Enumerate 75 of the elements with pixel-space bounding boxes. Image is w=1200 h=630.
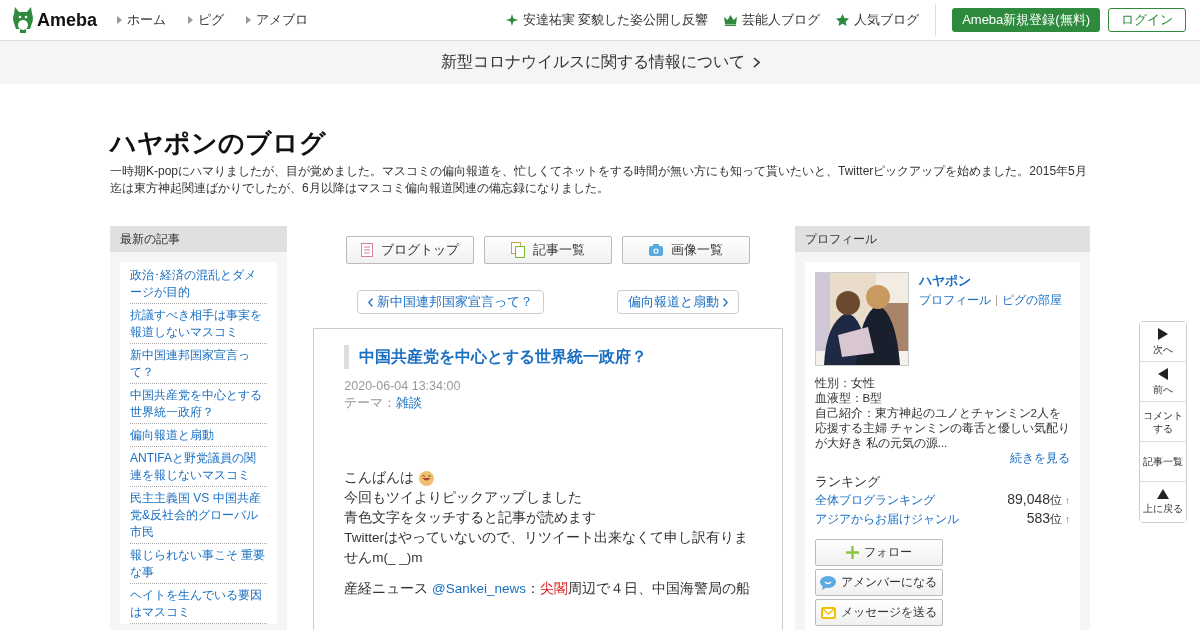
inline-link[interactable]: @Sankei_news <box>432 581 527 596</box>
greeting-text: こんばんは <box>344 469 415 487</box>
profile-link[interactable]: ピグの部屋 <box>1001 293 1062 308</box>
article-title[interactable]: 中国共産党を中心とする世界統一政府？ <box>344 345 761 369</box>
blog-title[interactable]: ハヤポンのブログ <box>110 128 1090 158</box>
caret-icon <box>188 16 194 24</box>
chevron-right-icon <box>723 297 729 307</box>
article-text: 青色文字をタッチすると記事が読めます <box>344 509 598 527</box>
nav-link[interactable]: アメブロ <box>246 11 309 29</box>
logo[interactable]: Ameba <box>12 7 98 33</box>
nav-link[interactable]: ホーム <box>117 11 167 29</box>
header-link[interactable]: 人気ブログ <box>836 11 920 29</box>
next-button[interactable]: 偏向報道と扇動 <box>617 290 740 314</box>
up-triangle-icon <box>1157 489 1169 499</box>
chevron-right-icon <box>752 57 760 68</box>
article-link[interactable]: ANTIFAと野党議員の関連を報じないマスコミ <box>130 447 268 487</box>
article-date: 2020-06-04 13:34:00 <box>344 378 462 395</box>
theme-label: テーマ： <box>344 395 397 412</box>
caret-icon <box>117 16 123 24</box>
smiley-icon <box>419 470 435 486</box>
inline-link[interactable]: 尖閣 <box>540 581 569 596</box>
section-heading: 最新の記事 <box>110 226 288 252</box>
article-link[interactable]: 民主主義国 VS 中国共産党&反社会的グローバル市民 <box>130 487 268 544</box>
camera-icon <box>649 244 664 256</box>
article-link[interactable]: ヘイトを生んでいる要因はマスコミ <box>130 584 268 624</box>
document-icon <box>361 243 374 257</box>
section-heading: プロフィール <box>794 226 1090 252</box>
ranking-heading: ランキング <box>814 474 881 489</box>
profile-name[interactable]: ハヤポン <box>918 273 1062 288</box>
article-link[interactable]: 偏向報道と扇動 <box>130 424 268 447</box>
register-button[interactable]: Ameba新規登録(無料) <box>952 8 1100 32</box>
star-icon <box>836 14 850 26</box>
menu-button[interactable]: 記事一覧 <box>484 236 613 264</box>
article-text: Twitterはやっていないので、リツイート出来なくて申し訳有りませんm(_ _)m <box>344 529 750 567</box>
mascot-icon <box>12 7 34 33</box>
article-link[interactable]: 報じられない事こそ 重要な事 <box>130 544 268 584</box>
rank-value: 89,048位 ↑ <box>1007 492 1070 508</box>
profile-link[interactable]: プロフィール <box>918 293 991 308</box>
nav-link[interactable]: ピグ <box>188 11 225 29</box>
profile-detail: 性別：女性 <box>814 376 876 391</box>
profile-button[interactable]: フォロー <box>814 539 943 566</box>
header-link[interactable]: 芸能人ブログ <box>724 11 821 29</box>
article-link[interactable]: 抗議すべき相手は事実を報道しないマスコミ <box>130 304 268 344</box>
pages-icon <box>511 242 526 258</box>
article-text: 産経ニュース @Sankei_news：尖閣周辺で４日、中国海警局の船 <box>344 580 752 598</box>
menu-button[interactable]: ブログトップ <box>346 236 475 264</box>
profile-detail: 血液型：B型 <box>814 391 884 406</box>
blog-description: 一時期K-popにハマりましたが、目が覚めました。マスコミの偏向報道を、忙しくてネットをする時間が無い方にも知って貰いたいと、Twitterピックアップを始めました。2015年5月迄は東方神起関連ばかりでしたが、6月以降はマスコミ偏向報道関連の備忘録になりました。 <box>110 163 1088 197</box>
side-nav-button[interactable]: 次へ <box>1140 322 1186 362</box>
login-button[interactable]: ログイン <box>1108 8 1186 32</box>
ranking-link[interactable]: 全体ブログランキング <box>814 493 1008 508</box>
read-more-link[interactable]: 続きを見る <box>1010 451 1070 466</box>
play-icon <box>1158 327 1168 340</box>
chevron-left-icon <box>368 297 374 307</box>
theme-link[interactable]: 雑談 <box>396 395 423 412</box>
article-text: 今回もツイよりピックアップしました <box>344 489 584 507</box>
sparkle-icon <box>505 14 518 26</box>
profile-button[interactable]: メッセージを送る <box>814 599 943 626</box>
article-link[interactable]: 政治･経済の混乱とダメージが目的 <box>130 264 268 304</box>
article-link[interactable]: 中国共産党を中心とする世界統一政府？ <box>130 384 268 424</box>
crown-icon <box>724 14 738 26</box>
previous-button[interactable]: 新中国連邦国家宣言って？ <box>357 290 545 314</box>
menu-button[interactable]: 画像一覧 <box>622 236 751 264</box>
article-link[interactable]: 新中国連邦国家宣言って？ <box>130 344 268 384</box>
envelope-icon <box>820 606 836 619</box>
profile-intro: 自己紹介：東方神起のユノとチャンミン2人を応援する主婦 チャンミンの毒舌と優しい気配りが大好き 私の元気の源... <box>814 406 1070 451</box>
caret-icon <box>246 16 252 24</box>
ranking-link[interactable]: アジアからお届けジャンル <box>814 512 1027 527</box>
profile-button[interactable]: アメンバーになる <box>814 569 943 596</box>
rank-value: 583位 ↑ <box>1026 511 1070 527</box>
chat-bubble-icon <box>820 575 837 590</box>
banner-link[interactable]: 新型コロナウイルスに関する情報について <box>440 52 760 73</box>
plus-icon <box>845 546 859 559</box>
header-link[interactable]: 安達祐実 変貌した姿公開し反響 <box>505 11 709 29</box>
back-icon <box>1158 367 1168 380</box>
